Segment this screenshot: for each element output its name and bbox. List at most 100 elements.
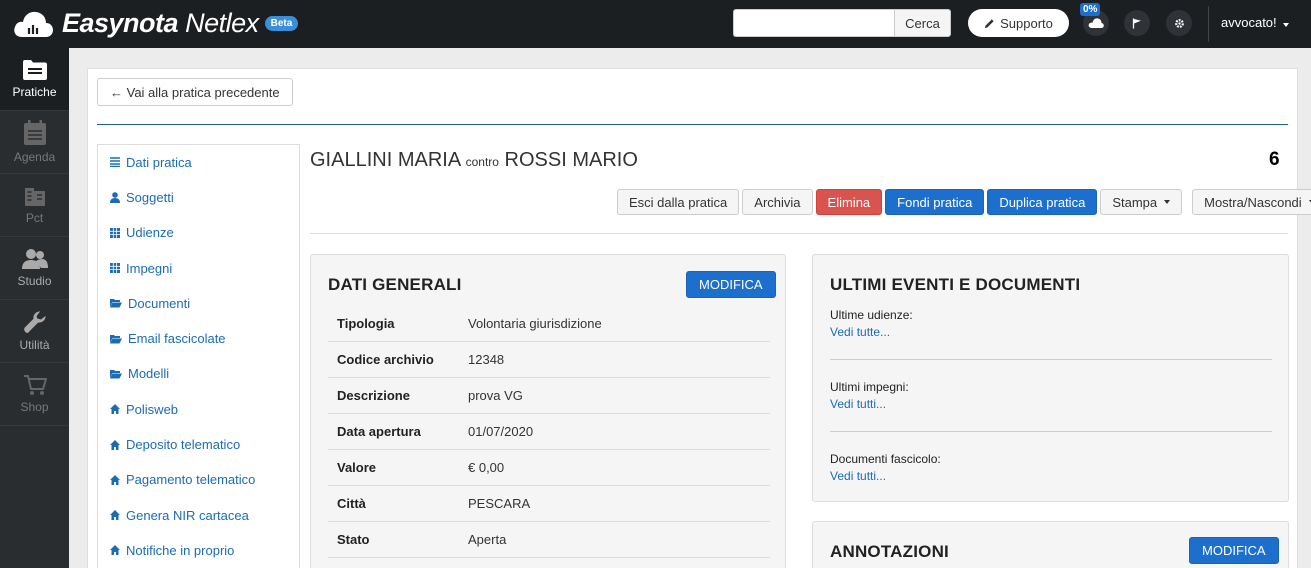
ev-label: Ultime udienze: [830,308,913,322]
side-item-modelli[interactable]: Modelli [98,357,299,392]
dati-generali-card: DATI GENERALI MODIFICA Tipologia Volontar… [310,254,786,568]
mostra-nascondi-dropdown[interactable]: Mostra/Nascondi [1192,189,1311,215]
calendar-icon [23,120,46,145]
header-divider-line [97,124,1288,125]
row-value: prova VG [468,388,523,403]
pratica-toolbar: Esci dalla pratica Archivia Elimina Fond… [617,189,1311,215]
row-value: Aperta [468,532,507,547]
row-value: 01/07/2020 [468,424,534,439]
esci-pratica-button[interactable]: Esci dalla pratica [617,189,740,215]
pratica-title: GIALLINI MARIA contro ROSSI MARIO [310,149,638,172]
vedi-tutti-documenti-link[interactable]: Vedi tutti... [830,469,1272,483]
side-item-label: Notifiche in proprio [126,542,235,558]
nav-pct[interactable]: Pct [0,174,69,237]
main-panel: ← Vai alla pratica precedente Dati prati… [87,68,1311,568]
side-item-notifiche-in-proprio[interactable]: Notifiche in proprio [98,533,299,568]
side-item-label: Polisweb [126,401,179,417]
nav-label: Studio [17,274,52,288]
home-icon [110,545,120,556]
row-value: PESCARA [468,496,531,511]
side-item-genera-nir[interactable]: Genera NIR cartacea [98,498,299,533]
side-item-label: Soggetti [126,189,174,205]
nav-label: Pratiche [12,85,57,99]
side-item-documenti[interactable]: Documenti [98,286,299,321]
nav-shop[interactable]: Shop [0,363,69,426]
card-title: ANNOTAZIONI [830,542,949,561]
brand-light: Netlex [185,8,259,38]
row-label: Valore [337,460,377,475]
support-label: Supporto [1000,15,1053,31]
side-item-label: Deposito telematico [126,437,241,453]
table-row: Valore € 0,00 [328,450,770,486]
duplica-pratica-button[interactable]: Duplica pratica [987,189,1098,215]
archivia-button[interactable]: Archivia [742,189,813,215]
row-label: Tipologia [337,316,395,331]
side-item-soggetti[interactable]: Soggetti [98,180,299,215]
table-row: Città PESCARA [328,486,770,522]
documenti-fascicolo-block: Documenti fascicolo: Vedi tutti... [830,452,1272,483]
row-value: Volontaria giurisdizione [468,316,602,331]
row-label: Descrizione [337,388,410,403]
building-icon [24,188,45,206]
nav-label: Utilità [19,338,50,352]
elimina-button[interactable]: Elimina [815,189,883,215]
nav-studio[interactable]: Studio [0,237,69,300]
cloud-percent-badge: 0% [1080,3,1101,16]
support-button[interactable]: Supporto [968,9,1069,37]
vedi-tutte-udienze-link[interactable]: Vedi tutte... [830,325,1272,339]
search-input[interactable] [733,9,894,37]
modifica-dati-button[interactable]: MODIFICA [686,271,776,298]
settings-button[interactable] [1166,10,1192,36]
side-item-label: Modelli [128,366,170,382]
side-item-udienze[interactable]: Udienze [98,216,299,251]
ev-label: Ultimi impegni: [830,380,909,394]
stampa-dropdown[interactable]: Stampa [1100,189,1183,215]
annotazioni-card: ANNOTAZIONI MODIFICA [812,521,1289,568]
mostra-label: Mostra/Nascondi [1204,194,1302,210]
chevron-down-icon [1283,23,1290,27]
toolbar-divider [310,233,1288,234]
side-item-dati-pratica[interactable]: Dati pratica [98,145,299,180]
flag-icon [1132,18,1141,28]
row-value: 12348 [468,352,505,367]
table-row: Stato Aperta [328,522,770,558]
side-item-label: Pagamento telematico [126,472,256,488]
side-item-impegni[interactable]: Impegni [98,251,299,286]
party-b: ROSSI MARIO [504,149,638,171]
home-icon [110,510,120,521]
vedi-tutti-impegni-link[interactable]: Vedi tutti... [830,397,1272,411]
nav-pratiche[interactable]: Pratiche [0,48,69,111]
row-value: € 0,00 [468,460,505,475]
side-item-label: Email fascicolate [128,331,226,347]
home-icon [110,404,120,415]
side-item-label: Genera NIR cartacea [126,507,249,523]
nav-agenda[interactable]: Agenda [0,111,69,174]
card-title: DATI GENERALI [328,275,462,294]
row-label: Data apertura [337,424,421,439]
table-row: Codice archivio 12348 [328,342,770,378]
top-bar: Easynota Netlex Beta Cerca Supporto 0% a… [0,0,1311,48]
row-label: Stato [337,532,370,547]
nav-utilita[interactable]: Utilità [0,300,69,363]
search-button[interactable]: Cerca [894,9,951,37]
folder-open-icon [110,334,122,344]
side-item-pagamento-telematico[interactable]: Pagamento telematico [98,463,299,498]
ultime-udienze-block: Ultime udienze: Vedi tutte... [830,308,1272,339]
app-logo[interactable]: Easynota Netlex Beta [12,8,299,39]
side-item-email-fascicolate[interactable]: Email fascicolate [98,321,299,356]
dati-generali-table: Tipologia Volontaria giurisdizione Codice… [328,306,770,558]
grid-icon [110,263,120,274]
side-item-polisweb[interactable]: Polisweb [98,392,299,427]
pratica-side-menu: Dati pratica Soggetti Udienze Impegni Do… [97,144,300,568]
wrench-icon [23,311,46,333]
side-item-label: Dati pratica [126,154,192,170]
list-icon [110,157,120,168]
fondi-pratica-button[interactable]: Fondi pratica [885,189,985,215]
divider [830,359,1272,360]
flag-button[interactable] [1124,10,1150,36]
side-item-deposito-telematico[interactable]: Deposito telematico [98,427,299,462]
home-icon [110,474,120,485]
modifica-annotazioni-button[interactable]: MODIFICA [1189,537,1279,564]
user-menu[interactable]: avvocato! [1221,15,1290,30]
back-to-previous-button[interactable]: ← Vai alla pratica precedente [97,78,293,106]
